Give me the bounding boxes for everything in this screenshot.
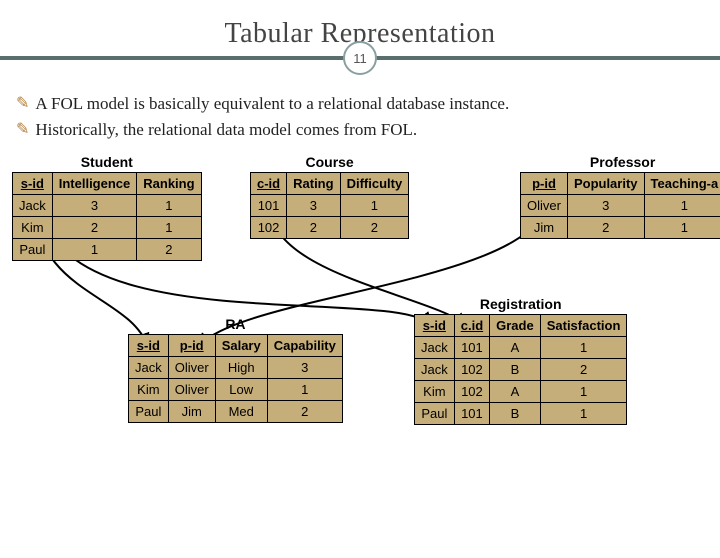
- table-professor: Professor p-id Popularity Teaching-a Oli…: [520, 154, 720, 239]
- table-row: Jim21: [521, 217, 720, 239]
- table-row: Kim21: [13, 217, 202, 239]
- table-caption: RA: [128, 316, 343, 334]
- table-row: KimOliverLow1: [129, 379, 343, 401]
- col-cid: c-id: [251, 173, 287, 195]
- table-student: Student s-id Intelligence Ranking Jack31…: [12, 154, 202, 261]
- tables-area: Student s-id Intelligence Ranking Jack31…: [0, 144, 720, 504]
- table-header-row: s-id p-id Salary Capability: [129, 335, 343, 357]
- bullet-text: Historically, the relational data model …: [35, 118, 417, 142]
- col-intelligence: Intelligence: [52, 173, 137, 195]
- table-course: Course c-id Rating Difficulty 10131 1022…: [250, 154, 409, 239]
- bullet-text: A FOL model is basically equivalent to a…: [35, 92, 509, 116]
- col-difficulty: Difficulty: [340, 173, 409, 195]
- col-pid: p-id: [168, 335, 215, 357]
- col-pid: p-id: [521, 173, 568, 195]
- col-teachinga: Teaching-a: [644, 173, 720, 195]
- bullet-item: ✎ Historically, the relational data mode…: [16, 118, 704, 142]
- col-satisfaction: Satisfaction: [540, 315, 627, 337]
- table-row: Jack31: [13, 195, 202, 217]
- table-header-row: p-id Popularity Teaching-a: [521, 173, 720, 195]
- col-sid: s-id: [13, 173, 53, 195]
- table-registration: Registration s-id c.id Grade Satisfactio…: [414, 296, 627, 425]
- table-header-row: s-id Intelligence Ranking: [13, 173, 202, 195]
- col-sid: s-id: [129, 335, 169, 357]
- title-divider: 11: [0, 56, 720, 60]
- slide-number-badge: 11: [343, 41, 377, 75]
- bullet-icon: ✎: [16, 118, 29, 142]
- table-row: Kim102A1: [415, 381, 627, 403]
- col-cid: c.id: [454, 315, 489, 337]
- bullet-item: ✎ A FOL model is basically equivalent to…: [16, 92, 704, 116]
- table-caption: Professor: [520, 154, 720, 172]
- table-row: Jack101A1: [415, 337, 627, 359]
- col-capability: Capability: [267, 335, 342, 357]
- col-salary: Salary: [215, 335, 267, 357]
- table-row: Paul12: [13, 239, 202, 261]
- table-caption: Registration: [414, 296, 627, 314]
- col-ranking: Ranking: [137, 173, 201, 195]
- table-row: PaulJimMed2: [129, 401, 343, 423]
- col-rating: Rating: [287, 173, 340, 195]
- table-ra: RA s-id p-id Salary Capability JackOlive…: [128, 316, 343, 423]
- col-grade: Grade: [490, 315, 541, 337]
- table-row: 10131: [251, 195, 409, 217]
- table-row: JackOliverHigh3: [129, 357, 343, 379]
- table-header-row: s-id c.id Grade Satisfaction: [415, 315, 627, 337]
- col-popularity: Popularity: [567, 173, 644, 195]
- col-sid: s-id: [415, 315, 455, 337]
- table-row: Paul101B1: [415, 403, 627, 425]
- bullet-icon: ✎: [16, 92, 29, 116]
- table-caption: Student: [12, 154, 202, 172]
- table-caption: Course: [250, 154, 409, 172]
- table-row: 10222: [251, 217, 409, 239]
- table-header-row: c-id Rating Difficulty: [251, 173, 409, 195]
- table-row: Jack102B2: [415, 359, 627, 381]
- table-row: Oliver31: [521, 195, 720, 217]
